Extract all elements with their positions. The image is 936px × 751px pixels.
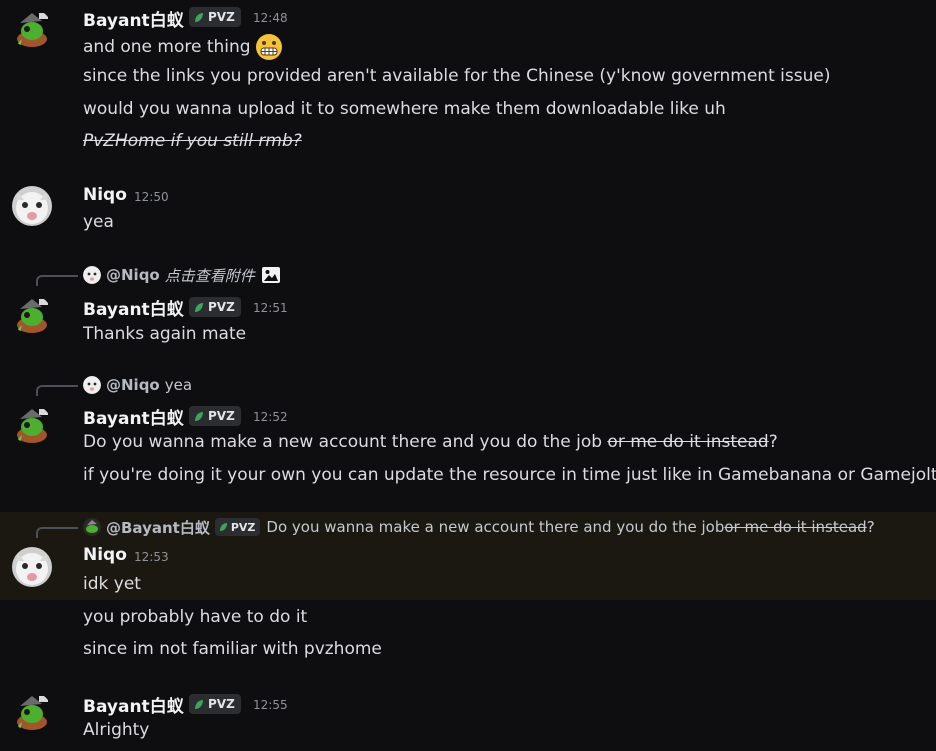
message-line: Do you wanna make a new account there an… [83,431,778,453]
timestamp[interactable]: 12:48 [253,11,288,25]
reply-author: @Niqo [106,376,160,394]
reply-avatar [83,376,101,394]
leaf-icon [195,699,203,709]
leaf-icon [195,12,203,22]
reply-preview[interactable]: @Niqo 点击查看附件 [83,264,281,286]
avatar-bayant[interactable] [12,405,52,445]
guild-tag-label: PVZ [208,300,235,314]
leaf-icon [195,302,203,312]
reply-author: @Niqo [106,266,160,284]
reply-preview[interactable]: @Niqo yea [83,374,192,396]
message-line: Thanks again mate [83,324,247,344]
grimacing-emoji-icon [255,34,282,60]
timestamp[interactable]: 12:53 [134,550,169,564]
timestamp[interactable]: 12:52 [253,410,288,424]
message-line: would you wanna upload it to somewhere m… [83,99,726,119]
avatar-bayant[interactable] [12,9,52,49]
guild-tag[interactable]: PVZ [189,7,241,27]
guild-tag-label: PVZ [208,10,235,24]
avatar-bayant[interactable] [12,692,52,732]
reply-text: yea [164,376,193,394]
reply-spine [36,275,78,286]
message-line: since im not familiar with pvzhome [83,639,382,659]
guild-tag-label: PVZ [208,697,235,711]
reply-text: Do you wanna make a new account there an… [266,518,725,536]
reply-avatar [83,266,101,284]
author-name[interactable]: Bayant白蚁 [83,692,184,717]
message-line: Alrighty [83,720,150,740]
reply-text-strikethrough: or me do it instead [724,518,867,536]
author-name[interactable]: Niqo [83,545,127,565]
message-text: ? [768,432,778,452]
author-name[interactable]: Niqo [83,185,127,205]
reply-guild-tag: PVZ [214,518,261,536]
reply-text: 点击查看附件 [164,266,255,285]
message-line-strikethrough: PvZHome if you still rmb? [83,131,302,151]
leaf-icon [219,522,227,532]
message-line: you probably have to do it [83,607,308,627]
image-icon [261,267,280,283]
reply-preview[interactable]: @Bayant白蚁 PVZ Do you wanna make a new ac… [83,516,875,538]
author-name[interactable]: Bayant白蚁 [83,404,184,429]
message-text: Do you wanna make a new account there an… [83,432,608,452]
reply-spine [36,527,78,538]
author-name[interactable]: Bayant白蚁 [83,295,184,320]
reply-guild-tag-label: PVZ [230,520,256,534]
message-text-strikethrough: or me do it instead [607,432,769,452]
avatar-niqo[interactable] [12,547,52,587]
message-line: idk yet [83,574,141,594]
guild-tag[interactable]: PVZ [189,297,241,317]
message-line: if you're doing it your own you can upda… [83,465,936,485]
reply-spine [36,385,78,396]
message-line: since the links you provided aren't avai… [83,66,831,86]
guild-tag-label: PVZ [208,409,235,423]
reply-text: ? [866,518,875,536]
leaf-icon [195,411,203,421]
chat-log: Bayant白蚁 PVZ 12:48 and one more thing si… [0,0,936,751]
avatar-bayant[interactable] [12,295,52,335]
reply-author: @Bayant白蚁 [106,518,210,537]
timestamp[interactable]: 12:51 [253,301,288,315]
reply-avatar [83,518,101,536]
avatar-niqo[interactable] [12,186,52,226]
guild-tag[interactable]: PVZ [189,694,241,714]
timestamp[interactable]: 12:55 [253,698,288,712]
timestamp[interactable]: 12:50 [134,190,169,204]
message-line: and one more thing [83,33,283,61]
author-name[interactable]: Bayant白蚁 [83,6,184,31]
message-line: yea [83,212,114,232]
guild-tag[interactable]: PVZ [189,406,241,426]
message-text: and one more thing [83,37,251,57]
